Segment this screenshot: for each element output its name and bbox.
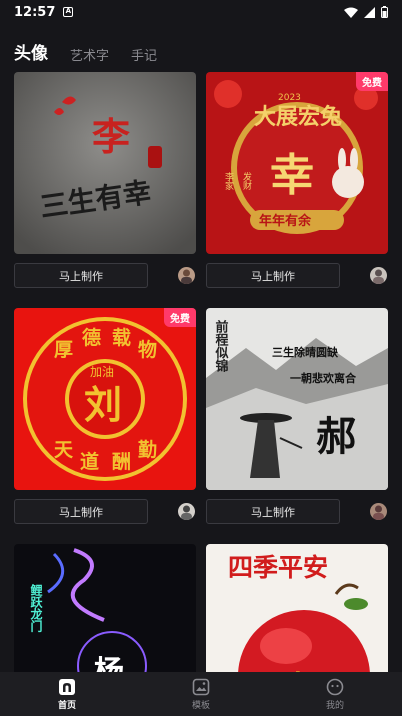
status-time: 12:57 [14, 4, 56, 20]
nav-profile[interactable]: 我的 [268, 672, 402, 716]
profile-icon [326, 678, 344, 695]
notification-icon: A [63, 7, 74, 17]
free-badge: 免费 [356, 72, 388, 91]
avatar [370, 267, 387, 284]
thumb-text-verse-1: 三生除晴圆缺 [272, 345, 339, 359]
thumb-text-name-right: 发财 [241, 171, 252, 191]
battery-icon [381, 6, 388, 18]
status-bar: 12:57 A [0, 0, 402, 24]
thumb-text-motto: 四季平安 [228, 553, 328, 582]
nav-label: 我的 [325, 700, 344, 711]
template-thumbnail[interactable]: 四季平安 张 [206, 544, 388, 672]
thumb-text-surname: 杨 [94, 655, 124, 672]
thumb-text-wish: 年年有余 [259, 213, 312, 229]
home-icon [59, 678, 75, 695]
thumb-text-motto: 鲤跃龙门 [29, 583, 43, 633]
thumb-char: 天 [54, 439, 74, 461]
thumb-char: 酬 [112, 451, 131, 473]
nav-label: 模板 [191, 700, 210, 711]
signal-icon [364, 6, 375, 18]
image-icon [192, 678, 210, 695]
thumb-text-title: 大展宏兔 [254, 104, 342, 130]
avatar [178, 503, 195, 520]
thumb-text-surname: 郝 [316, 413, 356, 460]
thumb-char: 勤 [138, 438, 157, 461]
free-badge: 免费 [164, 308, 196, 327]
thumb-char: 道 [80, 450, 99, 473]
thumb-char: 物 [138, 338, 157, 361]
template-grid: 李 三生有幸 马上制作 2023 大展宏兔 李家 发财 幸 年年有余 免费 马上… [0, 72, 402, 672]
thumb-text-motto: 前程似锦 [213, 319, 230, 373]
tab-notes[interactable]: 手记 [131, 45, 157, 64]
avatar [178, 267, 195, 284]
thumb-text-cheer: 加油 [90, 365, 114, 379]
make-now-button[interactable]: 马上制作 [14, 499, 148, 524]
avatar [370, 503, 387, 520]
wifi-icon [344, 7, 358, 18]
tab-art-text[interactable]: 艺术字 [70, 45, 109, 64]
template-thumbnail[interactable]: 李 三生有幸 [14, 72, 196, 254]
thumb-char: 载 [112, 326, 131, 349]
nav-home[interactable]: 首页 [0, 672, 134, 716]
make-now-button[interactable]: 马上制作 [206, 499, 340, 524]
nav-templates[interactable]: 模板 [134, 672, 268, 716]
thumb-text-surname: 刘 [84, 382, 122, 427]
tab-avatar[interactable]: 头像 [14, 39, 48, 64]
make-now-button[interactable]: 马上制作 [14, 263, 148, 288]
template-thumbnail[interactable]: 厚 德 载 物 加油 刘 天 道 酬 勤 免费 [14, 308, 196, 490]
thumb-text-verse-2: 一朝悲欢离合 [290, 371, 357, 385]
thumb-char: 厚 [54, 339, 73, 361]
thumb-text-surname: 幸 [270, 150, 314, 201]
thumb-text-surname: 李 [92, 114, 130, 159]
make-now-button[interactable]: 马上制作 [206, 263, 340, 288]
template-thumbnail[interactable]: 2023 大展宏兔 李家 发财 幸 年年有余 免费 [206, 72, 388, 254]
bottom-nav: 首页 模板 我的 [0, 672, 402, 716]
category-tabs: 头像 艺术字 手记 [0, 38, 402, 64]
thumb-text-year: 2023 [278, 93, 301, 103]
template-thumbnail[interactable]: 前程似锦 三生除晴圆缺 一朝悲欢离合 郝 [206, 308, 388, 490]
status-icons [344, 6, 388, 18]
thumb-char: 德 [82, 326, 101, 349]
thumb-text-name-left: 李家 [223, 171, 234, 190]
nav-label: 首页 [57, 700, 76, 711]
template-thumbnail[interactable]: 鲤跃龙门 杨 [14, 544, 196, 672]
